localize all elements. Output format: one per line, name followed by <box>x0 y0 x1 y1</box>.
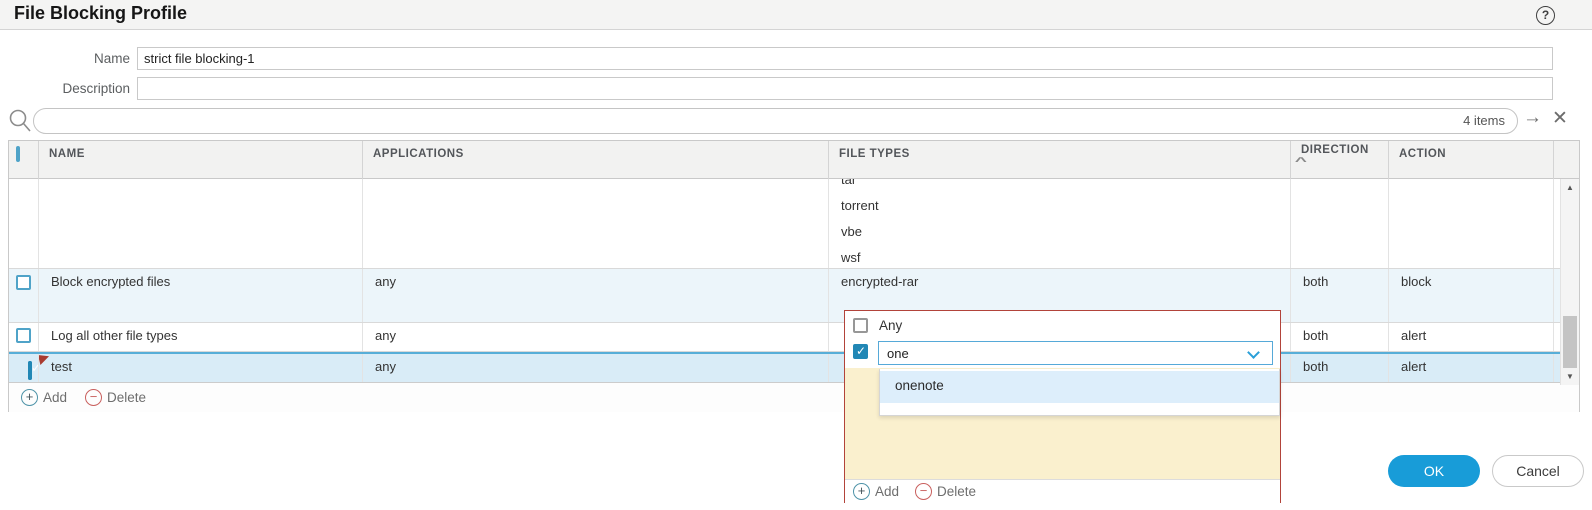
file-types-cell: tar torrent vbe wsf <box>829 179 1291 268</box>
action-cell[interactable]: block <box>1389 269 1554 322</box>
column-header-applications[interactable]: APPLICATIONS <box>363 141 829 179</box>
any-row[interactable]: Any <box>845 311 1280 339</box>
direction-cell[interactable]: both <box>1291 323 1389 351</box>
search-input[interactable]: 4 items <box>33 108 1518 134</box>
table-row[interactable]: Log all other file types any both alert <box>9 323 1560 352</box>
column-header-name[interactable]: NAME <box>39 141 363 179</box>
minus-circle-icon: − <box>85 389 102 406</box>
file-types-editor-popup: Any onenote + Add − Delete <box>844 310 1281 503</box>
applications-cell[interactable]: any <box>363 354 829 382</box>
table-row[interactable]: Block encrypted files any encrypted-rar … <box>9 269 1560 323</box>
items-count-badge: 4 items <box>1463 113 1505 128</box>
name-input[interactable] <box>137 47 1553 70</box>
action-cell[interactable]: alert <box>1389 323 1554 351</box>
row-checkbox[interactable] <box>28 361 32 380</box>
delete-button[interactable]: − Delete <box>85 389 146 406</box>
add-button[interactable]: + Add <box>21 389 67 406</box>
search-icon <box>8 108 32 134</box>
filter-bar: 4 items → ✕ <box>0 106 1592 138</box>
applications-cell[interactable]: any <box>363 323 829 351</box>
minus-circle-icon: − <box>915 483 932 500</box>
file-type-combobox[interactable] <box>878 341 1273 365</box>
dropdown-item[interactable]: onenote <box>880 371 1279 403</box>
applications-cell[interactable]: any <box>363 269 829 322</box>
direction-cell[interactable]: both <box>1291 354 1389 382</box>
name-cell[interactable]: Block encrypted files <box>39 269 363 322</box>
any-checkbox[interactable] <box>853 318 868 333</box>
rules-table: NAME APPLICATIONS FILE TYPES DIRECTION ^… <box>8 140 1580 412</box>
dialog-titlebar: File Blocking Profile ? <box>0 0 1592 30</box>
scroll-down-icon[interactable]: ▼ <box>1561 372 1579 381</box>
name-label: Name <box>0 51 130 66</box>
scrollbar-thumb[interactable] <box>1563 316 1577 368</box>
row-checkbox-cell <box>9 179 39 268</box>
column-header-file-types[interactable]: FILE TYPES <box>829 141 1291 179</box>
arrow-right-icon[interactable]: → <box>1523 107 1542 129</box>
entry-checkbox[interactable] <box>853 344 868 359</box>
table-footer: + Add − Delete <box>9 382 1579 412</box>
description-input[interactable] <box>137 77 1553 100</box>
modified-marker-icon <box>39 355 49 365</box>
column-header-direction[interactable]: DIRECTION ^ <box>1291 141 1389 179</box>
scroll-up-icon[interactable]: ▲ <box>1561 183 1579 192</box>
autocomplete-dropdown: onenote <box>879 369 1280 416</box>
cancel-button[interactable]: Cancel <box>1492 455 1584 487</box>
row-checkbox[interactable] <box>16 275 31 290</box>
close-icon[interactable]: ✕ <box>1552 107 1568 130</box>
action-cell[interactable]: alert <box>1389 354 1554 382</box>
table-row[interactable]: tar torrent vbe wsf <box>9 179 1560 269</box>
sort-asc-icon: ^ <box>1295 156 1322 168</box>
popup-delete-button[interactable]: − Delete <box>915 483 976 500</box>
plus-circle-icon: + <box>853 483 870 500</box>
name-cell[interactable]: test <box>39 354 363 382</box>
vertical-scrollbar[interactable]: ▲ ▼ <box>1560 179 1579 385</box>
plus-circle-icon: + <box>21 389 38 406</box>
ok-button[interactable]: OK <box>1388 455 1480 487</box>
row-checkbox[interactable] <box>16 328 31 343</box>
column-header-action[interactable]: ACTION <box>1389 141 1554 179</box>
name-cell[interactable]: Log all other file types <box>39 323 363 351</box>
direction-cell[interactable]: both <box>1291 269 1389 322</box>
table-row-selected[interactable]: test any both alert <box>9 352 1560 382</box>
file-type-entry-row <box>845 339 1280 368</box>
table-header-row: NAME APPLICATIONS FILE TYPES DIRECTION ^… <box>9 141 1579 179</box>
help-icon[interactable]: ? <box>1536 6 1555 25</box>
page-title: File Blocking Profile <box>14 3 187 24</box>
popup-footer: + Add − Delete <box>845 479 1280 503</box>
select-all-cell <box>9 141 39 179</box>
popup-add-button[interactable]: + Add <box>853 483 899 500</box>
description-label: Description <box>0 81 130 96</box>
select-all-checkbox[interactable] <box>16 146 20 162</box>
